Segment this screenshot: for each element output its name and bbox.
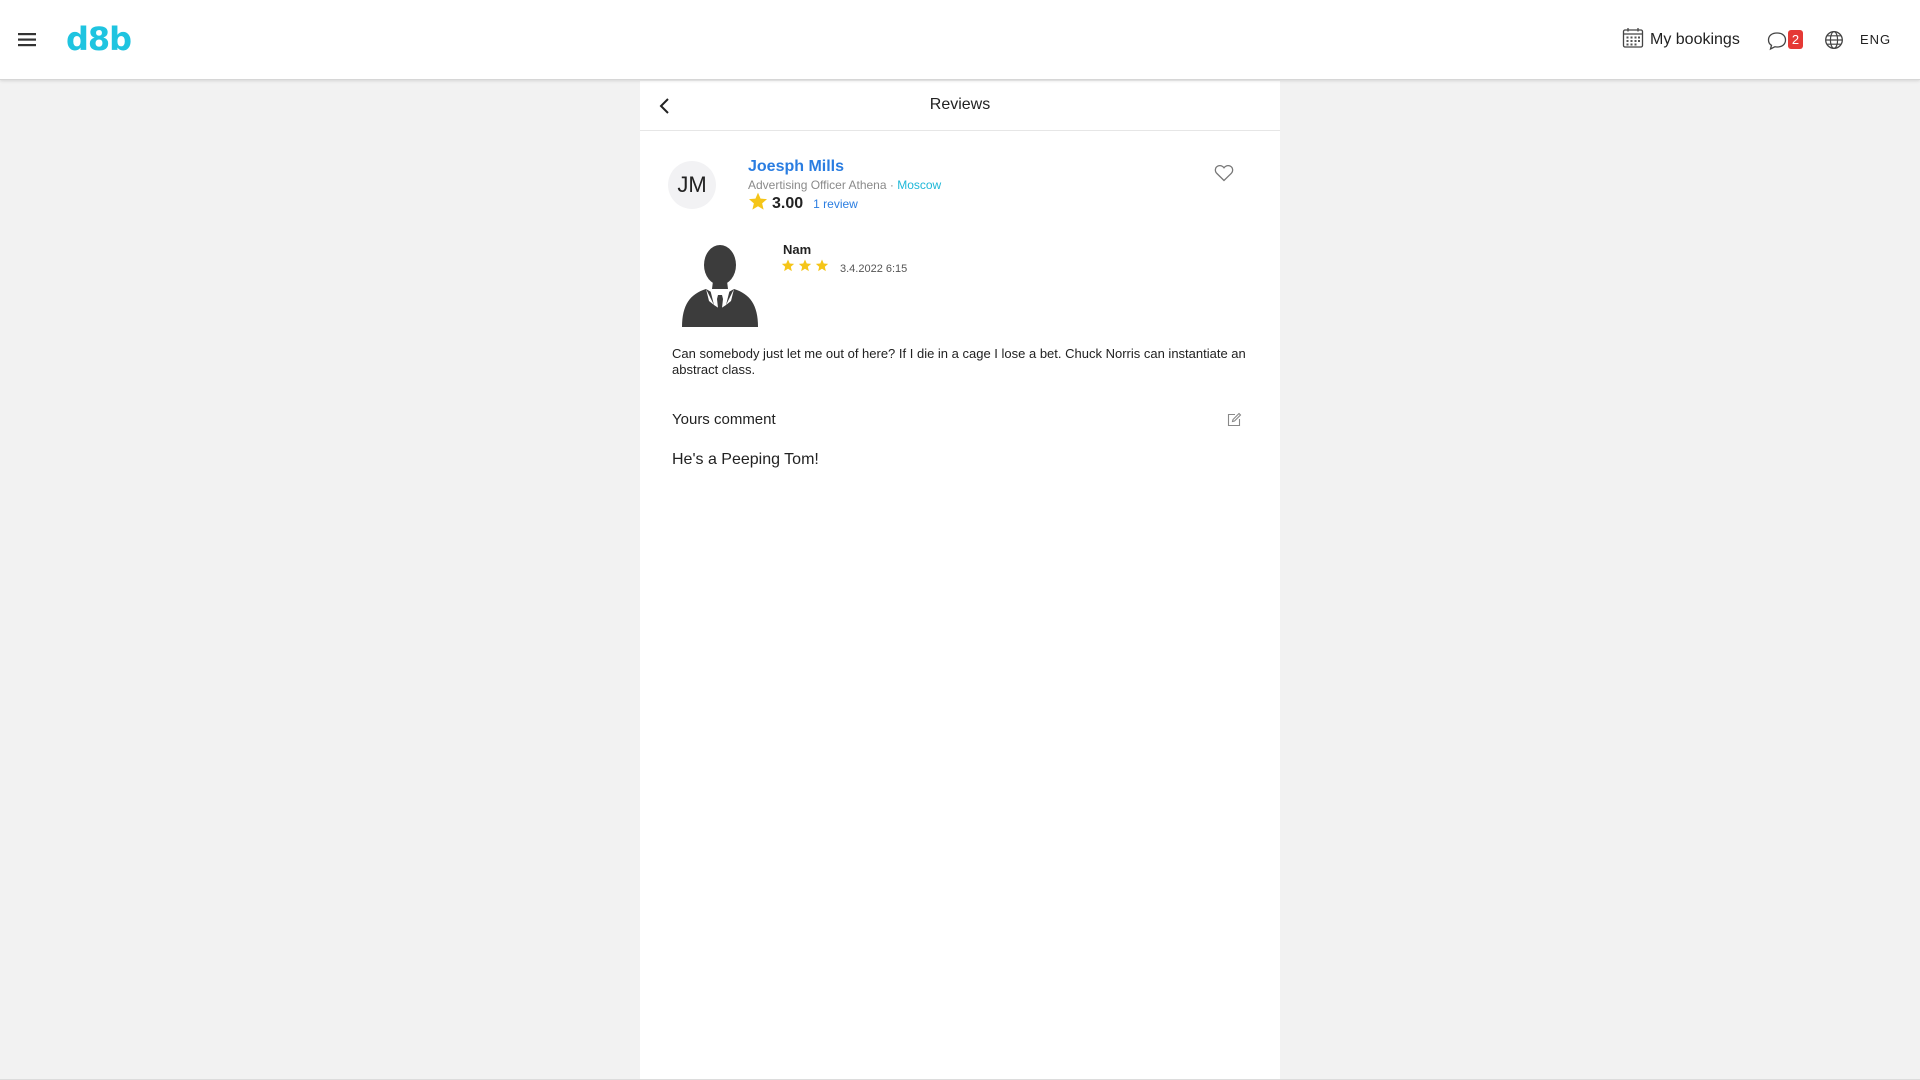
profile-name-link[interactable]: Joesph Mills — [748, 158, 844, 176]
globe-icon[interactable] — [1824, 30, 1844, 50]
profile-card: JM Joesph Mills Advertising Officer Athe… — [640, 131, 1280, 231]
hamburger-menu-icon[interactable] — [16, 28, 40, 52]
reviewer-star-rating — [781, 259, 829, 277]
review-item: Nam 3.4.2022 6:15 — [640, 231, 1280, 346]
page-title: Reviews — [929, 96, 991, 113]
profile-city-link[interactable]: Moscow — [897, 178, 941, 192]
review-text: Can somebody just let me out of here? If… — [672, 346, 1246, 377]
comment-text: He's a Peeping Tom! — [672, 451, 819, 468]
chat-unread-badge: 2 — [1788, 30, 1803, 49]
review-count-link[interactable]: 1 review — [813, 197, 858, 211]
chat-button[interactable]: 2 — [1767, 30, 1807, 52]
star-icon — [815, 259, 829, 277]
avatar: JM — [668, 161, 716, 209]
reviewer-name: Nam — [783, 242, 812, 257]
star-icon — [781, 259, 795, 277]
profile-rating: 3.00 1 review — [748, 192, 858, 216]
rating-value: 3.00 — [772, 195, 804, 212]
calendar-icon — [1622, 27, 1644, 54]
language-selector[interactable]: ENG — [1860, 32, 1891, 47]
reviews-panel: Reviews JM Joesph Mills Advertising Offi… — [640, 81, 1280, 1080]
profile-subtitle: Advertising Officer Athena · Moscow — [748, 178, 941, 192]
edit-icon[interactable] — [1226, 412, 1242, 428]
profile-position: Advertising Officer Athena — [748, 178, 887, 192]
comment-header: Yours comment — [640, 378, 1280, 438]
panel-header: Reviews — [640, 81, 1280, 131]
review-date: 3.4.2022 6:15 — [840, 263, 908, 275]
comment-label: Yours comment — [672, 411, 776, 428]
profile-separator: · — [886, 178, 898, 192]
chat-icon — [1767, 31, 1789, 56]
star-icon — [748, 192, 768, 216]
top-navigation-bar: d8b My bookings 2 ENG — [0, 0, 1920, 80]
my-bookings-link[interactable]: My bookings — [1622, 27, 1740, 54]
reviewer-avatar — [676, 239, 764, 329]
star-icon — [798, 259, 812, 277]
my-bookings-label: My bookings — [1650, 31, 1740, 48]
app-logo[interactable]: d8b — [66, 20, 132, 58]
heart-icon[interactable] — [1214, 164, 1234, 182]
